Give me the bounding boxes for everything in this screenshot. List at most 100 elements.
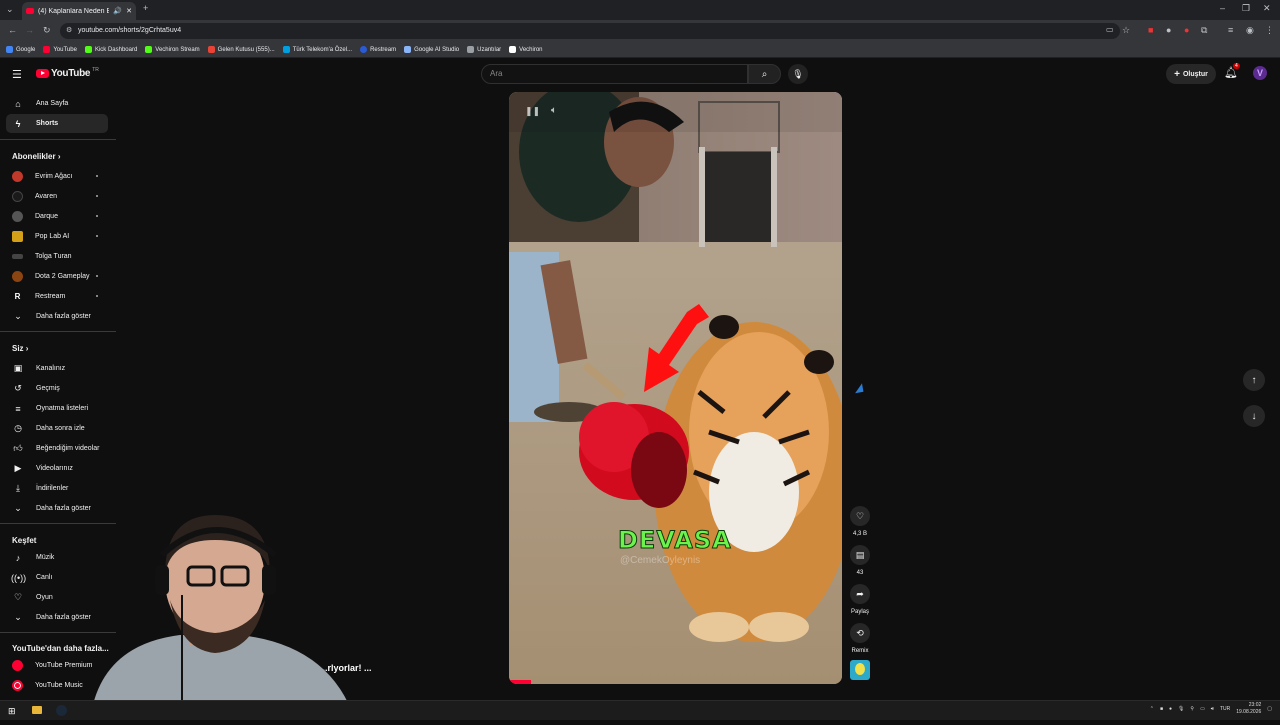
tray-mic-icon[interactable]: 🎙 [1178,706,1184,712]
system-clock[interactable]: 23:02 19.08.2026 [1236,702,1261,716]
sidebar-item-subscription[interactable]: Darque [6,207,108,226]
sidebar-item-label: Tolga Turan [35,253,72,260]
hamburger-menu-icon[interactable]: ☰ [12,68,22,81]
restream-avatar: R [12,291,23,302]
tray-app-icon[interactable]: ■ [1160,706,1163,712]
search-input[interactable]: Ara [481,64,748,84]
sidebar-item-liked-videos[interactable]: 👍︎ Beğendiğim videolar [6,439,108,458]
maximize-icon[interactable]: ❐ [1242,4,1250,13]
pause-icon[interactable]: ❚❚ [525,106,540,117]
sidebar-item-label: Beğendiğim videolar [36,445,100,452]
new-content-dot [96,295,98,297]
tab-close-icon[interactable]: ✕ [126,7,132,15]
volume-icon[interactable]: 🔈︎ [551,105,557,116]
sidebar-item-your-videos[interactable]: ▶ Videolarınız [6,459,108,478]
steam-icon[interactable] [56,705,67,716]
previous-short-button[interactable]: ↑ [1243,369,1265,391]
input-language[interactable]: TUR [1220,706,1230,712]
menu-kebab-icon[interactable]: ⋮ [1265,26,1274,35]
sidebar-item-subscription[interactable]: Pop Lab AI [6,227,108,246]
cast-icon[interactable]: ▭ [1106,26,1114,34]
shorts-icon: ϟ [15,118,21,129]
next-short-button[interactable]: ↓ [1243,405,1265,427]
bookmark-star-icon[interactable]: ☆ [1122,26,1130,35]
account-avatar[interactable]: V [1253,66,1267,80]
sidebar-item-label: Daha fazla göster [36,313,91,320]
tray-volume-icon[interactable]: 🔊︎ [1211,706,1214,712]
forward-icon[interactable]: → [25,26,34,35]
new-content-dot [96,215,98,217]
back-icon[interactable]: ← [8,26,17,35]
sidebar-item-subscription[interactable]: Avaren [6,187,108,206]
sidebar-item-shorts[interactable]: ϟ Shorts [6,114,108,133]
window-close-icon[interactable]: ✕ [1263,4,1271,13]
remix-button[interactable]: ⟲ [850,623,870,643]
voice-search-button[interactable]: 🎙 [788,64,808,84]
sidebar-item-subscription[interactable]: Tolga Turan [6,247,108,266]
bookmark-item[interactable]: Vechiron Stream [145,46,200,53]
sound-thumbnail[interactable] [850,660,870,680]
tab-audio-icon: 🔊 [113,8,123,15]
like-button[interactable]: ♡ [850,506,870,526]
file-explorer-icon[interactable] [32,706,42,714]
sidebar-item-downloads[interactable]: ⤓ İndirilenler [6,479,108,498]
bookmark-item[interactable]: YouTube [43,46,77,53]
sidebar-item-history[interactable]: ↺ Geçmiş [6,379,108,398]
browser-tab[interactable]: (4) Kaplanlara Neden Bu D... 🔊 ✕ [22,2,136,20]
share-label: Paylaş [850,609,869,615]
sidebar-item-subscription[interactable]: Dota 2 Gameplay [6,267,108,286]
sidebar-item-label: Geçmiş [36,385,60,392]
bookmark-item[interactable]: Kick Dashboard [84,46,137,53]
tray-app2-icon[interactable]: ● [1169,706,1172,712]
bookmark-item[interactable]: Türk Telekom'a Özel... [282,46,352,53]
notification-center-icon[interactable]: ▢ [1267,706,1272,712]
subscriptions-heading[interactable]: Abonelikler › [12,152,60,161]
bookmark-item[interactable]: Google [6,46,35,53]
comments-button[interactable]: ▤ [850,545,870,565]
sidebar-item-subscription[interactable]: R Restream [6,287,108,306]
sidebar-item-subscription[interactable]: Evrim Ağacı [6,167,108,186]
extension-icon[interactable]: ■ [1148,26,1153,35]
gaming-icon: ♡ [13,592,23,602]
sidebar-item-playlists[interactable]: ≡ Oynatma listeleri [6,399,108,418]
shorts-video-player[interactable]: ❚❚ 🔈︎ [509,92,842,684]
new-content-dot [96,275,98,277]
extension3-icon[interactable]: ● [1184,26,1189,35]
windows-start-icon[interactable]: ⊞ [8,706,16,717]
sidebar-item-home[interactable]: ⌂ Ana Sayfa [6,94,108,113]
site-info-icon[interactable]: ⚙ [66,27,72,34]
bookmark-item[interactable]: Uzantılar [467,46,501,53]
sidebar-item-watch-later[interactable]: ◷ Daha sonra izle [6,419,108,438]
sidebar-item-label: Restream [35,293,66,300]
tray-chevron-icon[interactable]: ⌃ [1150,706,1154,712]
share-button[interactable]: ➦ [850,584,870,604]
reload-icon[interactable]: ↻ [43,26,51,35]
sidebar-item-label: Oynatma listeleri [36,405,89,412]
bookmark-item[interactable]: Vechiron [509,46,543,53]
bookmark-item[interactable]: Gelen Kutusu (555)... [207,46,275,53]
you-heading[interactable]: Siz › [12,344,28,353]
extensions-puzzle-icon[interactable]: ⧉ [1201,26,1207,35]
bookmark-item[interactable]: Restream [360,46,396,53]
tab-search2-icon[interactable]: ≡ [1228,26,1233,35]
search-button[interactable]: ⌕ [748,64,781,84]
tray-network-icon[interactable]: ⚲ [1190,706,1194,712]
extensions-icon [467,46,475,53]
chevron-right-icon: › [25,344,29,353]
sidebar-item-your-channel[interactable]: ▣ Kanalınız [6,359,108,378]
youtube-logo[interactable]: YouTube TR [36,67,99,79]
new-tab-icon[interactable]: + [143,4,148,13]
like-count: 4,3 B [852,531,867,537]
tab-search-icon[interactable]: ⌄ [6,5,14,14]
youtube-favicon-icon [26,8,34,14]
show-more-subscriptions[interactable]: ⌄ Daha fazla göster [6,307,108,326]
tray-display-icon[interactable]: ▭ [1200,706,1205,712]
extension2-icon[interactable]: ● [1166,26,1171,35]
create-button[interactable]: + Oluştur [1166,64,1216,84]
clock-date: 19.08.2026 [1236,709,1262,715]
channel-avatar [12,211,23,222]
bookmark-item[interactable]: Google AI Studio [404,46,459,53]
url-input[interactable]: youtube.com/shorts/2gCrhta5uv4 [60,23,1120,39]
minimize-icon[interactable]: – [1220,4,1225,13]
profile-icon[interactable]: ◉ [1246,26,1254,35]
